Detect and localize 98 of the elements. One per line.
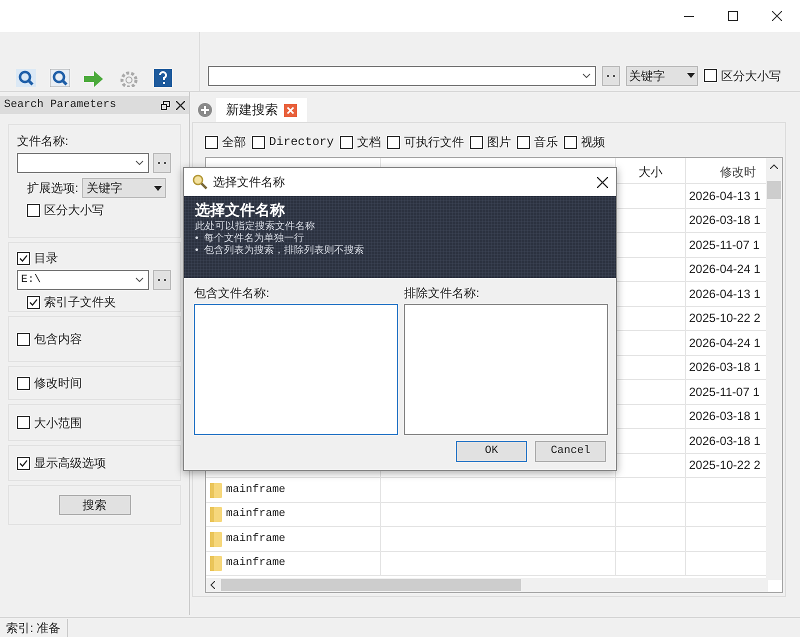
checkbox[interactable]	[17, 376, 30, 390]
caret-icon	[687, 73, 695, 78]
date-cell-text: 2026-04-24 1	[689, 261, 760, 278]
checkbox[interactable]	[27, 204, 40, 216]
checkbox-label: Directory	[269, 134, 334, 151]
date-cell-text: 2025-11-07 1	[689, 236, 760, 254]
browse-button[interactable]	[602, 66, 620, 86]
scrollbar[interactable]	[206, 578, 768, 592]
date-cell-text: 2026-04-24 1	[689, 334, 760, 352]
checkbox[interactable]	[17, 416, 30, 429]
magnifier-icon	[192, 174, 208, 190]
banner-title: 选择文件名称	[195, 201, 286, 220]
checkbox-label: 音乐	[534, 134, 558, 151]
checkbox[interactable]	[340, 136, 353, 148]
date-cell-text: 2026-04-13 1	[689, 286, 760, 303]
checkbox-label: 区分大小写	[44, 202, 104, 219]
cancel-button[interactable]: Cancel	[535, 441, 606, 462]
date-cell-text: 2026-03-18 1	[689, 359, 760, 376]
banner-text: • 包含列表为搜索，排除列表则不搜索	[195, 245, 366, 257]
scrollbar[interactable]	[766, 158, 782, 580]
date-cell-text: 2026-03-18 1	[689, 212, 760, 230]
match-mode-dropdown[interactable]: 关键字	[626, 66, 698, 86]
add-tab-icon[interactable]	[198, 103, 212, 117]
search-field[interactable]	[208, 66, 596, 86]
checkbox[interactable]	[386, 136, 400, 148]
checkbox-label: 大小范围	[34, 414, 82, 432]
folder-icon	[210, 506, 222, 522]
tab[interactable]: 新建搜索	[216, 98, 307, 122]
ok-button[interactable]: OK	[456, 441, 527, 462]
close-icon[interactable]	[597, 176, 608, 188]
field-label: 扩展选项:	[27, 180, 78, 197]
arrow-icon[interactable]	[84, 71, 104, 87]
scrollbar-thumb[interactable]	[221, 579, 521, 591]
caret-icon	[154, 186, 162, 190]
date-cell-text: 2025-10-22 2	[689, 457, 760, 474]
list-field[interactable]	[194, 304, 398, 435]
checkbox[interactable]	[516, 136, 530, 148]
checkbox-label: 修改时间	[34, 375, 82, 392]
checkbox-label: 视频	[580, 134, 605, 151]
close-icon[interactable]	[176, 100, 185, 110]
checkbox[interactable]	[704, 69, 717, 82]
browse-button[interactable]	[153, 270, 171, 290]
close-icon[interactable]	[772, 11, 782, 21]
checkbox[interactable]	[17, 456, 30, 470]
scroll-left-icon[interactable]	[210, 581, 215, 589]
scroll-up-icon[interactable]	[770, 164, 778, 169]
date-cell-text: 2025-10-22 2	[689, 310, 760, 328]
checkbox[interactable]	[564, 136, 577, 148]
field-label: 文件名称:	[17, 133, 70, 150]
scrollbar-thumb[interactable]	[767, 181, 781, 199]
checkbox[interactable]	[17, 332, 30, 346]
checkbox-label: 目录	[34, 250, 58, 267]
date-cell-text: 2026-03-18 1	[689, 408, 760, 426]
status-text: 索引: 准备	[0, 618, 68, 636]
search-icon[interactable]	[16, 69, 36, 87]
file-name-cell-text: mainframe	[226, 482, 286, 498]
checkbox-label: 显示高级选项	[34, 455, 106, 472]
checkbox-label: 索引子文件夹	[44, 294, 116, 311]
panel-title: Search Parameters	[4, 98, 116, 113]
checkbox[interactable]	[252, 136, 265, 148]
date-cell-text: 2026-03-18 1	[689, 432, 760, 450]
chevron-icon	[135, 160, 144, 166]
maximize-icon[interactable]	[728, 11, 738, 21]
checkbox[interactable]	[470, 136, 483, 148]
checkbox-label: 图片	[486, 134, 511, 151]
file-name-field[interactable]	[17, 153, 149, 173]
checkbox-label: 包含内容	[34, 331, 82, 348]
file-name-cell-text: mainframe	[226, 556, 286, 571]
banner-text: • 每个文件名为单独一行	[195, 233, 306, 244]
list-field[interactable]	[404, 304, 608, 435]
date-cell-text: 2025-11-07 1	[689, 384, 760, 401]
folder-icon	[210, 482, 222, 498]
checkbox-label: 全部	[222, 134, 246, 151]
search-icon[interactable]	[50, 69, 70, 87]
checkbox-label: 区分大小写	[721, 68, 781, 84]
browse-button[interactable]	[153, 153, 171, 173]
checkbox[interactable]	[27, 296, 40, 308]
dialog-title: 选择文件名称	[213, 174, 286, 191]
chevron-icon	[582, 72, 591, 78]
checkbox-label: 文档	[356, 134, 381, 151]
folder-icon	[210, 555, 222, 572]
list-label: 包含文件名称:	[194, 286, 270, 300]
file-name-cell-text: mainframe	[226, 532, 286, 546]
file-name-cell-text: mainframe	[226, 507, 286, 522]
checkbox[interactable]	[205, 136, 218, 148]
folder-icon	[210, 530, 222, 547]
checkbox[interactable]	[17, 252, 30, 264]
search-button[interactable]: 搜索	[58, 495, 130, 515]
banner-text: 此处可以指定搜索文件名称	[195, 221, 316, 232]
date-cell-text: 2026-04-13 1	[689, 188, 760, 205]
extension-dropdown[interactable]: 关键字	[82, 178, 166, 198]
column-header[interactable]: 修改时	[720, 165, 756, 179]
help-icon[interactable]	[154, 69, 172, 87]
restore-icon[interactable]	[161, 100, 170, 110]
directory-field[interactable]: E:\	[17, 270, 149, 290]
checkbox-label: 可执行文件	[404, 134, 464, 151]
chevron-icon	[135, 277, 144, 283]
list-label: 排除文件名称:	[404, 286, 480, 300]
